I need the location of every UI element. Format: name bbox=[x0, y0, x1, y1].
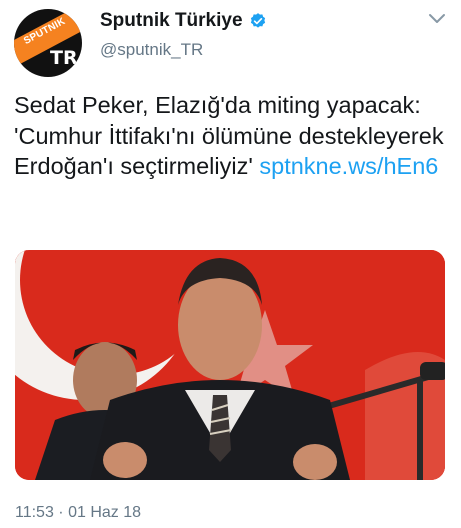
tweet-link[interactable]: sptnkne.ws/hEn6 bbox=[259, 153, 438, 179]
verified-badge-icon bbox=[250, 13, 265, 28]
tweet-header: SPUTNIK TR Sputnik Türkiye @sputnik_TR bbox=[0, 0, 461, 80]
photo-image bbox=[15, 250, 445, 480]
avatar-tag-text: TR bbox=[50, 47, 78, 69]
tweet-timestamp[interactable]: 11:53 · 01 Haz 18 bbox=[15, 504, 141, 522]
avatar[interactable]: SPUTNIK TR bbox=[14, 9, 82, 77]
display-name[interactable]: Sputnik Türkiye bbox=[100, 10, 243, 32]
tweet-photo[interactable] bbox=[15, 250, 445, 480]
tweet-text: Sedat Peker, Elazığ'da miting yapacak: '… bbox=[14, 90, 454, 182]
name-row: Sputnik Türkiye bbox=[100, 10, 267, 32]
chevron-down-icon[interactable] bbox=[427, 12, 447, 26]
account-handle[interactable]: @sputnik_TR bbox=[100, 40, 203, 60]
